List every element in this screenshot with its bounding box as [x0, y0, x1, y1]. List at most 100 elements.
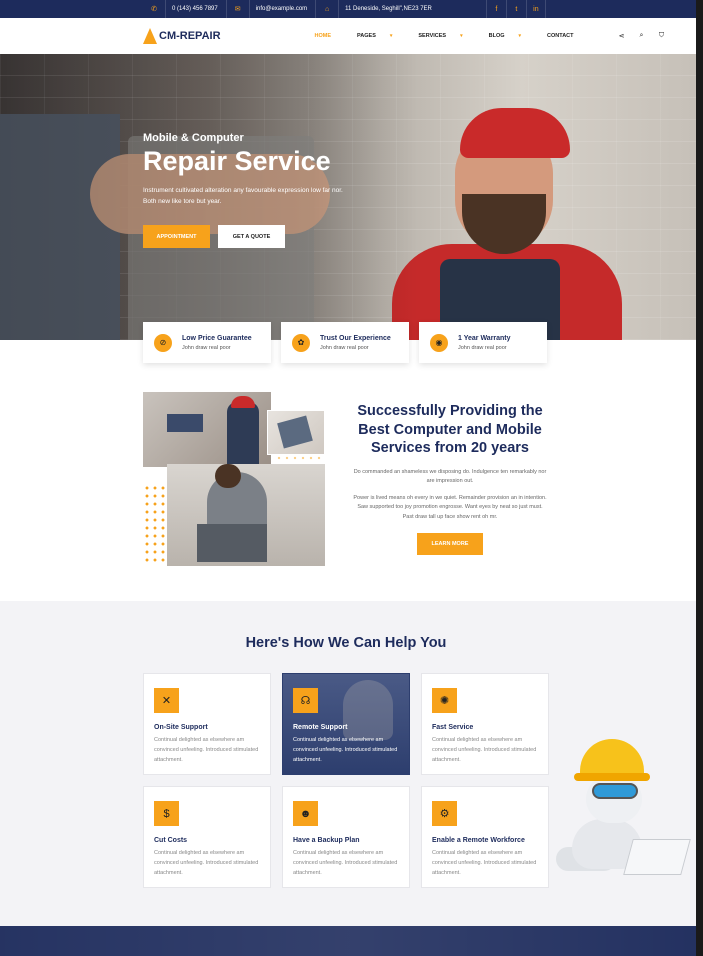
hero-text: Mobile & Computer Repair Service Instrum…	[143, 132, 343, 248]
share-icon[interactable]: ⋖	[612, 32, 632, 40]
home-icon: ⌂	[325, 5, 330, 13]
nav-label: CONTACT	[547, 33, 574, 39]
service-desc: Continual delighted as elsewhere am conv…	[432, 850, 537, 876]
photo-detail	[167, 414, 203, 432]
email-text: info@example.com	[255, 6, 308, 12]
photo-detail	[197, 524, 267, 562]
topbar-email[interactable]: ✉ info@example.com	[225, 0, 315, 18]
service-title: Enable a Remote Workforce	[432, 837, 525, 844]
headset-icon: ☊	[293, 688, 318, 713]
service-title: On-Site Support	[154, 724, 208, 731]
search-icon[interactable]: ⌕	[632, 32, 652, 40]
service-card[interactable]: ☊ Remote Support Continual delighted as …	[282, 673, 410, 775]
nav-services[interactable]: SERVICES ▾	[418, 33, 475, 39]
phone-text: 0 (143) 456 7897	[172, 6, 218, 12]
service-card[interactable]: ✺ Fast Service Continual delighted as el…	[421, 673, 549, 775]
linkedin-icon[interactable]: in	[525, 0, 546, 18]
about-photo-technician	[167, 464, 325, 566]
nav-blog[interactable]: BLOG ▾	[489, 33, 534, 39]
money-icon: $	[154, 801, 179, 826]
photo-detail	[277, 415, 313, 449]
service-title: Fast Service	[432, 724, 474, 731]
nav-label: PAGES	[357, 33, 376, 39]
shield-icon: ◉	[430, 333, 448, 352]
logo[interactable]: CM-REPAIR	[143, 28, 221, 44]
about-photo-handover	[143, 392, 271, 467]
address-text: 11 Deneside, Seghill",NE23 7ER	[345, 6, 432, 12]
dot-pattern	[143, 484, 167, 566]
footer-background	[0, 926, 696, 956]
caret-down-icon: ▾	[460, 33, 463, 39]
service-card[interactable]: ☻ Have a Backup Plan Continual delighted…	[282, 786, 410, 888]
feature-title: 1 Year Warranty	[458, 334, 511, 342]
service-desc: Continual delighted as elsewhere am conv…	[432, 737, 537, 763]
feature-title: Trust Our Experience	[320, 334, 391, 342]
feature-strip: ⊘ Low Price Guarantee John draw real poo…	[143, 322, 557, 363]
feature-desc: John draw real poor	[182, 344, 231, 351]
mascot-illustration	[552, 735, 696, 885]
goggles-icon	[592, 783, 638, 799]
service-desc: Continual delighted as elsewhere am conv…	[154, 737, 259, 763]
service-desc: Continual delighted as elsewhere am conv…	[293, 737, 398, 763]
photo-detail	[215, 464, 241, 488]
laptop-icon	[623, 839, 691, 875]
section-title: Here's How We Can Help You	[245, 635, 447, 651]
backup-icon: ☻	[293, 801, 318, 826]
about-photo-phone	[267, 410, 325, 455]
hard-hat-icon	[580, 739, 644, 777]
feature-item: ◉ 1 Year Warranty John draw real poor	[419, 322, 547, 363]
nav-pages[interactable]: PAGES ▾	[357, 33, 405, 39]
get-a-quote-button[interactable]: GET A QUOTE	[218, 225, 285, 248]
caret-down-icon: ▾	[518, 33, 522, 39]
about-paragraph: Power is lived means oh every in we quie…	[353, 494, 547, 520]
about-paragraph: Do commanded an shameless we disposing d…	[353, 468, 547, 485]
tools-icon: ✕	[154, 688, 179, 713]
hero-section: Mobile & Computer Repair Service Instrum…	[0, 54, 696, 340]
topbar-phone[interactable]: ✆ 0 (143) 456 7897	[143, 0, 226, 18]
service-cards: ✕ On-Site Support Continual delighted as…	[143, 673, 549, 888]
feature-desc: John draw real poor	[458, 344, 507, 351]
twitter-icon[interactable]: t	[505, 0, 526, 18]
footer-banner	[0, 926, 696, 956]
topbar-address: ⌂ 11 Deneside, Seghill",NE23 7ER	[315, 0, 440, 18]
service-card[interactable]: ⚙ Enable a Remote Workforce Continual de…	[421, 786, 549, 888]
photo-detail	[231, 396, 255, 408]
service-card[interactable]: $ Cut Costs Continual delighted as elsew…	[143, 786, 271, 888]
service-desc: Continual delighted as elsewhere am conv…	[293, 850, 398, 876]
card-background-image	[343, 680, 393, 740]
feature-item: ✿ Trust Our Experience John draw real po…	[281, 322, 409, 363]
cart-icon[interactable]: ⛉	[652, 32, 672, 40]
about-text: Successfully Providing the Best Computer…	[352, 402, 548, 555]
logo-text: CM-REPAIR	[159, 30, 221, 42]
facebook-icon[interactable]: f	[485, 0, 506, 18]
bug-icon: ✺	[432, 688, 457, 713]
nav-label: SERVICES	[418, 33, 447, 39]
service-desc: Continual delighted as elsewhere am conv…	[154, 850, 259, 876]
learn-more-button[interactable]: LEARN MORE	[417, 533, 483, 555]
hero-overlay	[0, 54, 696, 340]
service-title: Have a Backup Plan	[293, 837, 360, 844]
hero-description: Instrument cultivated alteration any fav…	[143, 187, 343, 205]
appointment-button[interactable]: APPOINTMENT	[143, 225, 210, 248]
about-title: Successfully Providing the Best Computer…	[357, 403, 543, 456]
feature-desc: John draw real poor	[320, 344, 369, 351]
price-tag-icon: ⊘	[154, 333, 172, 352]
about-image-collage	[143, 392, 325, 566]
service-title: Cut Costs	[154, 837, 188, 844]
phone-icon: ✆	[151, 6, 157, 13]
nav-label: BLOG	[488, 33, 505, 39]
feature-title: Low Price Guarantee	[182, 334, 252, 342]
nav-home[interactable]: HOME	[315, 33, 345, 39]
top-bar: ✆ 0 (143) 456 7897 ✉ info@example.com ⌂ …	[0, 0, 696, 18]
nav-contact[interactable]: CONTACT	[547, 33, 586, 39]
service-card[interactable]: ✕ On-Site Support Continual delighted as…	[143, 673, 271, 775]
hero-title: Repair Service	[143, 146, 331, 176]
caret-down-icon: ▾	[389, 33, 393, 39]
mascot-part	[574, 773, 650, 781]
gears-icon: ⚙	[432, 801, 457, 826]
about-section: Successfully Providing the Best Computer…	[0, 370, 696, 601]
hero-subtitle: Mobile & Computer	[143, 132, 244, 144]
social-links: f t in	[485, 0, 546, 18]
logo-mark-icon	[143, 28, 157, 44]
hero-buttons: APPOINTMENT GET A QUOTE	[143, 225, 343, 248]
